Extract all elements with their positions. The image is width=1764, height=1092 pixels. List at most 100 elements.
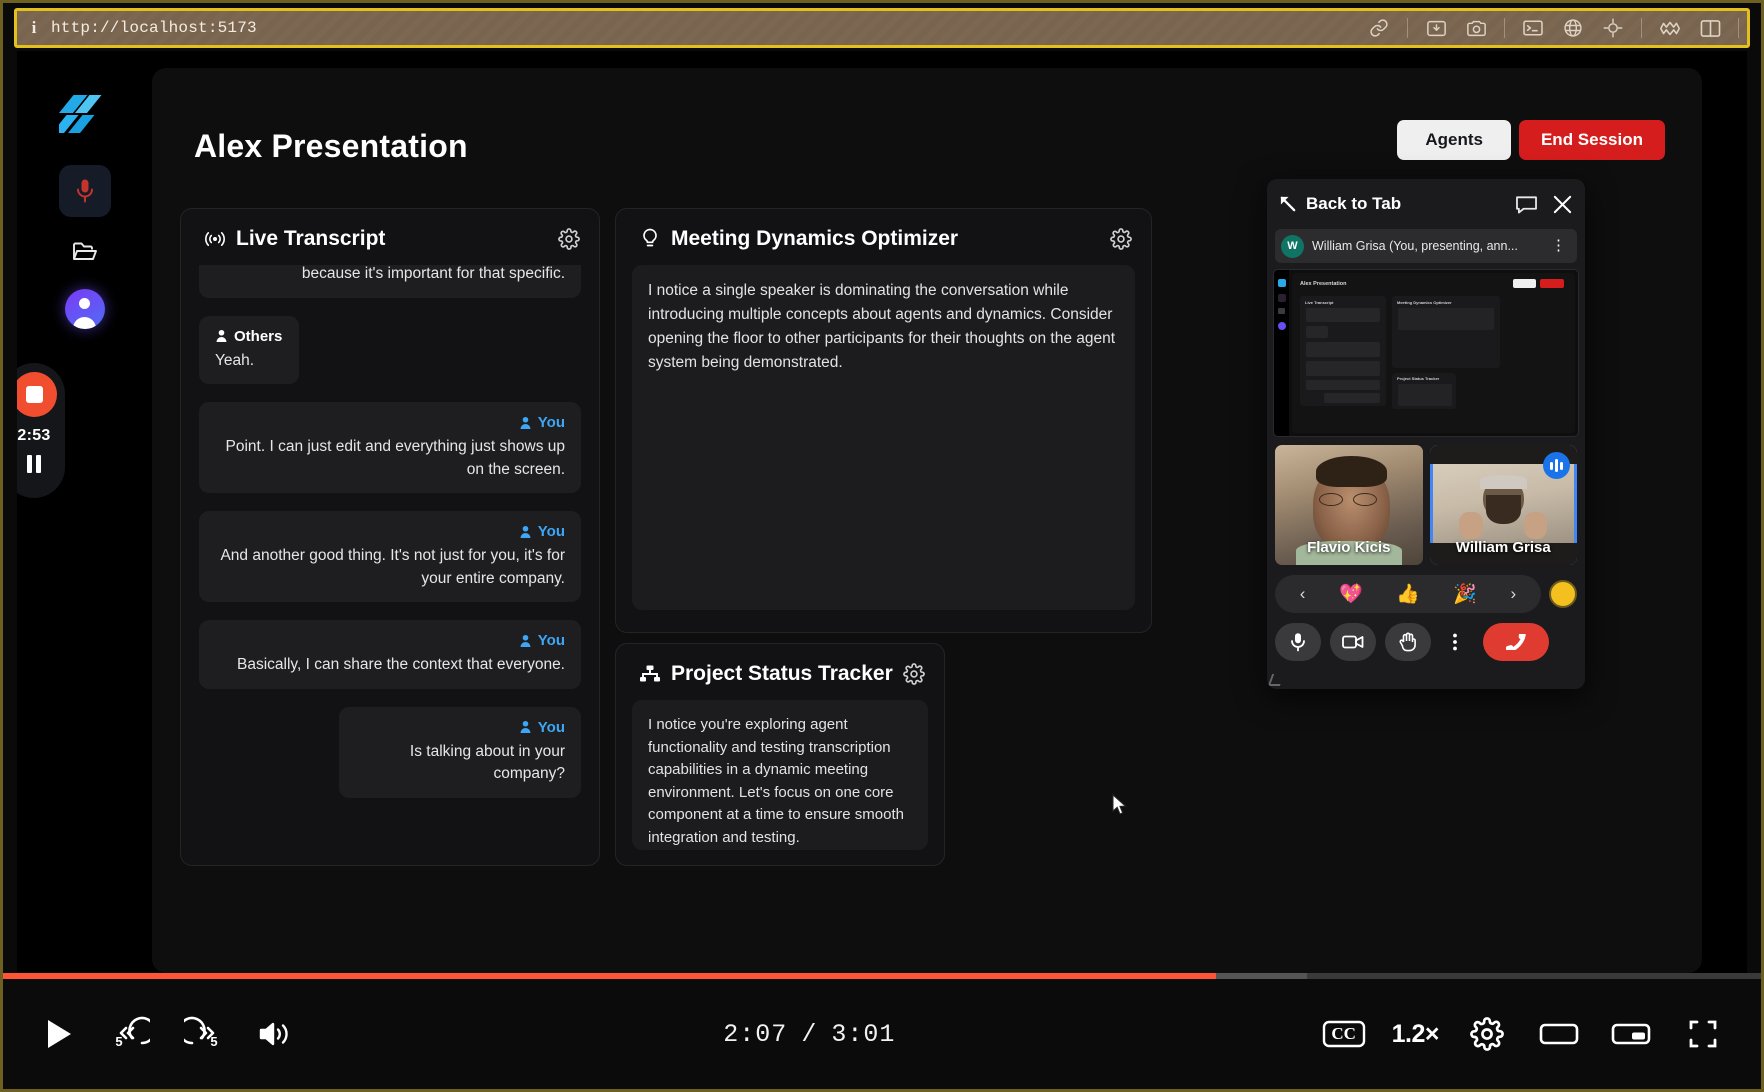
- reaction-strip: ‹ 💖 👍 🎉 ›: [1275, 575, 1541, 613]
- target-icon[interactable]: [1598, 15, 1628, 41]
- captions-button[interactable]: CC: [1316, 1006, 1372, 1062]
- reaction-heart-icon[interactable]: 💖: [1339, 582, 1363, 606]
- hang-up-button[interactable]: [1483, 623, 1549, 661]
- transcript-message-list[interactable]: A project status tracker added to your m…: [181, 265, 599, 855]
- forward-5-button[interactable]: 5: [175, 1006, 231, 1062]
- microphone-icon: [76, 179, 93, 203]
- transcript-message: You Point. I can just edit and everythin…: [199, 402, 581, 494]
- skin-tone-swatch[interactable]: [1549, 580, 1577, 608]
- camera-icon[interactable]: [1461, 15, 1491, 41]
- sidebar-item-microphone[interactable]: [58, 165, 111, 217]
- link-icon[interactable]: [1364, 15, 1394, 41]
- microphone-icon: [1291, 633, 1305, 652]
- player-settings-button[interactable]: [1459, 1006, 1515, 1062]
- transcript-message: You And another good thing. It's not jus…: [199, 511, 581, 603]
- back-arrow-icon: [1280, 196, 1296, 211]
- back-to-tab-button[interactable]: Back to Tab: [1279, 194, 1401, 214]
- theater-mode-button[interactable]: [1531, 1006, 1587, 1062]
- transcript-message: Others Yeah.: [199, 315, 299, 385]
- person-icon: [520, 721, 531, 734]
- more-options-button[interactable]: [1440, 623, 1470, 661]
- panel-split-icon[interactable]: [1695, 15, 1725, 41]
- screen-share-preview[interactable]: Alex Presentation Live Transcript Meetin…: [1273, 269, 1579, 437]
- speaker-name: Others: [234, 327, 283, 345]
- stop-recording-button[interactable]: [17, 372, 57, 417]
- transcript-settings-gear-icon[interactable]: [557, 227, 581, 251]
- fullscreen-button[interactable]: [1675, 1006, 1731, 1062]
- participant-tiles: Flavio Kicis William Grisa: [1275, 445, 1577, 565]
- globe-icon[interactable]: [1558, 15, 1588, 41]
- video-controls-bar: 5 5 2:07 / 3:01 CC 1.2×: [3, 979, 1761, 1089]
- panel-header: Project Status Tracker: [616, 644, 944, 700]
- fullscreen-icon: [1689, 1020, 1717, 1048]
- chevron-left-icon[interactable]: ‹: [1300, 584, 1306, 604]
- phone-hangup-icon: [1505, 634, 1526, 650]
- raise-hand-button[interactable]: [1385, 623, 1431, 661]
- person-icon: [520, 525, 531, 538]
- transcript-text: A project status tracker added to your m…: [301, 265, 565, 283]
- playback-speed-button[interactable]: 1.2×: [1392, 1020, 1440, 1049]
- tracker-settings-gear-icon[interactable]: [902, 662, 926, 686]
- info-icon: i: [31, 18, 37, 37]
- toolbar-separator: [1641, 18, 1642, 38]
- terminal-icon[interactable]: [1518, 15, 1548, 41]
- close-icon[interactable]: [1552, 194, 1573, 215]
- project-status-tracker-panel: Project Status Tracker I notice you're e…: [615, 643, 945, 866]
- agents-button[interactable]: Agents: [1397, 120, 1511, 160]
- transcript-text: And another good thing. It's not just fo…: [220, 547, 565, 587]
- camera-button[interactable]: [1330, 623, 1376, 661]
- speaker-name: You: [537, 718, 565, 736]
- meeting-dynamics-optimizer-panel: Meeting Dynamics Optimizer I notice a si…: [615, 208, 1152, 633]
- transcript-text: Point. I can just edit and everything ju…: [225, 438, 565, 478]
- microphone-button[interactable]: [1275, 623, 1321, 661]
- page-title: Alex Presentation: [194, 128, 468, 164]
- chat-bubble-icon[interactable]: [1515, 194, 1538, 214]
- transcript-message: You Is talking about in your company?: [339, 706, 581, 798]
- preview-title: Alex Presentation: [1300, 281, 1347, 287]
- preview-panel-3: Project Status Tracker: [1397, 376, 1440, 381]
- more-vertical-icon[interactable]: ⋮: [1546, 238, 1571, 252]
- volume-button[interactable]: [247, 1006, 303, 1062]
- person-icon: [216, 330, 227, 343]
- reaction-party-icon[interactable]: 🎉: [1453, 582, 1477, 606]
- reaction-thumbsup-icon[interactable]: 👍: [1396, 582, 1420, 606]
- video-call-overlay[interactable]: Back to Tab W William Grisa (You, presen…: [1267, 179, 1585, 689]
- recording-elapsed: 2:53: [17, 427, 51, 444]
- sidebar-item-folder[interactable]: [59, 229, 111, 273]
- participant-tile[interactable]: William Grisa: [1429, 445, 1577, 565]
- sidebar-item-profile[interactable]: [59, 287, 111, 331]
- participant-row[interactable]: W William Grisa (You, presenting, ann...…: [1275, 229, 1577, 263]
- pip-icon: [1611, 1023, 1651, 1045]
- end-session-button[interactable]: End Session: [1518, 120, 1665, 160]
- pause-recording-button[interactable]: [27, 455, 41, 473]
- resize-handle[interactable]: [1267, 674, 1285, 686]
- cloud-icon[interactable]: [1655, 15, 1685, 41]
- download-image-icon[interactable]: [1421, 15, 1451, 41]
- transcript-text: Basically, I can share the context that …: [237, 656, 565, 674]
- transcript-message: You Basically, I can share the context t…: [199, 620, 581, 689]
- rewind-5-button[interactable]: 5: [103, 1006, 159, 1062]
- transcript-speaker: You: [519, 523, 565, 540]
- user-avatar: [64, 289, 105, 329]
- url-text[interactable]: http://localhost:5173: [51, 19, 257, 37]
- play-button[interactable]: [31, 1006, 87, 1062]
- raised-hand-icon: [1399, 632, 1416, 652]
- current-time: 2:07: [723, 1019, 788, 1049]
- sitemap-icon: [638, 664, 662, 684]
- picture-in-picture-button[interactable]: [1603, 1006, 1659, 1062]
- volume-icon: [259, 1022, 288, 1046]
- transcript-text: Is talking about in your company?: [409, 742, 565, 783]
- video-player-container: i http://localhost:5173 2:53 Alex Presen…: [0, 0, 1764, 1092]
- cc-label: CC: [1331, 1024, 1356, 1043]
- dynamics-settings-gear-icon[interactable]: [1109, 227, 1133, 251]
- chevron-right-icon[interactable]: ›: [1511, 584, 1517, 604]
- meet-header: Back to Tab: [1267, 179, 1585, 229]
- person-icon: [520, 634, 531, 647]
- header-actions: Agents End Session: [1397, 120, 1665, 160]
- time-separator: /: [801, 1019, 818, 1049]
- transcript-message: A project status tracker added to your m…: [199, 265, 581, 298]
- person-icon: [520, 416, 531, 429]
- participant-tile[interactable]: Flavio Kicis: [1275, 445, 1423, 565]
- sidebar: 2:53: [17, 51, 152, 981]
- speaker-name: You: [537, 523, 565, 541]
